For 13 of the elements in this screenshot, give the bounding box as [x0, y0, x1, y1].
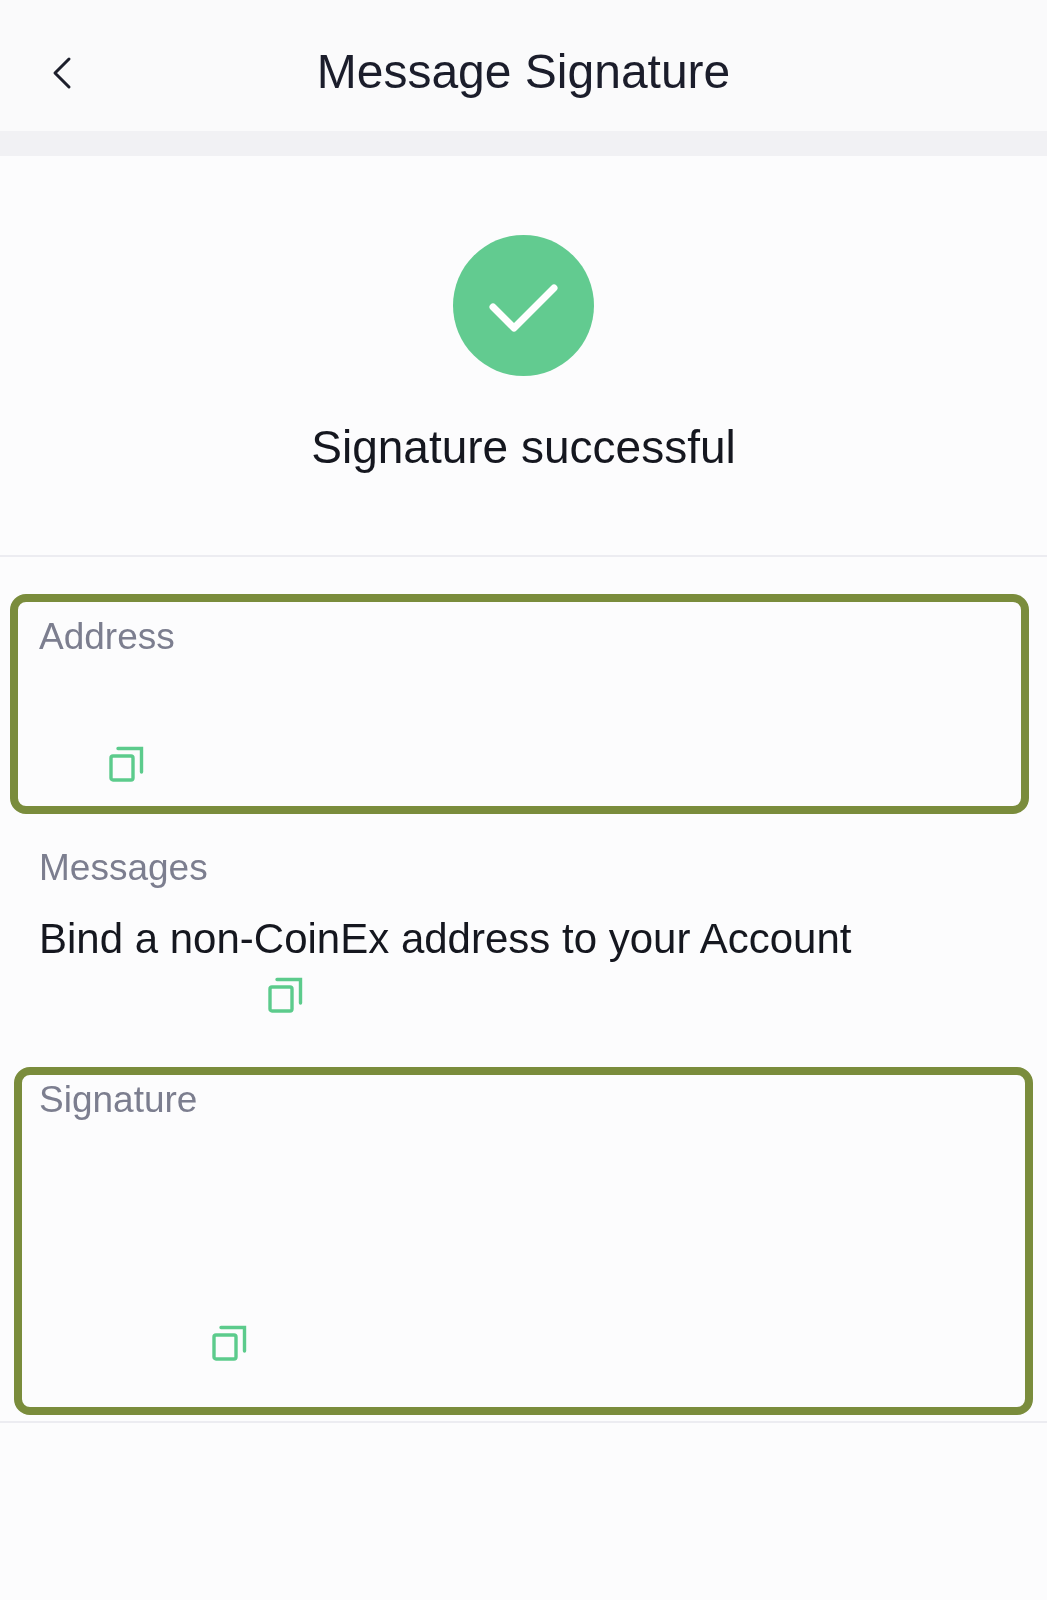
field-label: Messages	[39, 846, 208, 890]
copy-button[interactable]	[268, 976, 304, 1013]
copy-icon	[109, 745, 145, 782]
copy-icon	[268, 976, 304, 1013]
check-circle-icon	[453, 235, 594, 376]
field-label: Signature	[39, 1078, 198, 1122]
page-title: Message Signature	[316, 43, 731, 100]
copy-button[interactable]	[109, 745, 145, 782]
field-value: Bind a non-CoinEx address to your Account	[39, 914, 852, 964]
field-label: Address	[39, 615, 175, 659]
status-message: Signature successful	[311, 420, 736, 474]
copy-button[interactable]	[212, 1324, 248, 1361]
copy-icon	[212, 1324, 248, 1361]
